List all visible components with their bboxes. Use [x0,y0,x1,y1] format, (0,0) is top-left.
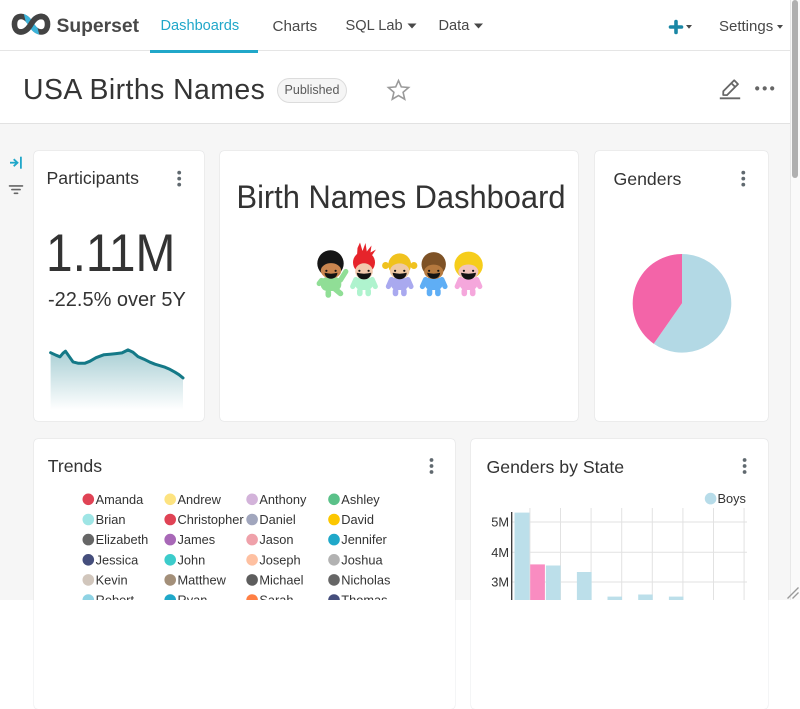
svg-text:Joshua: Joshua [341,552,383,567]
svg-text:Michael: Michael [259,573,303,588]
svg-text:Robert: Robert [96,593,135,600]
svg-text:Matthew: Matthew [178,573,227,588]
svg-text:James: James [178,532,216,547]
svg-text:Brian: Brian [96,512,126,527]
svg-text:Boys: Boys [718,491,746,506]
svg-text:Elizabeth: Elizabeth [96,532,149,547]
svg-text:Andrew: Andrew [178,492,222,507]
svg-text:3M: 3M [491,575,509,590]
svg-text:Jason: Jason [259,532,293,547]
svg-text:Joseph: Joseph [259,552,300,567]
svg-text:Christopher: Christopher [178,512,245,527]
svg-text:Thomas: Thomas [341,593,387,600]
svg-text:Ashley: Ashley [341,492,380,507]
svg-text:4M: 4M [491,545,509,560]
svg-text:Kevin: Kevin [96,573,128,588]
svg-text:Jessica: Jessica [96,552,140,567]
svg-text:John: John [178,552,206,567]
svg-text:Nicholas: Nicholas [341,573,390,588]
svg-text:Anthony: Anthony [259,492,307,507]
svg-text:Amanda: Amanda [96,492,145,507]
svg-text:Jennifer: Jennifer [341,532,387,547]
svg-text:David: David [341,512,374,527]
svg-text:5M: 5M [491,515,509,530]
svg-text:Daniel: Daniel [259,512,295,527]
svg-text:Sarah: Sarah [259,593,293,600]
svg-text:Ryan: Ryan [178,593,208,600]
